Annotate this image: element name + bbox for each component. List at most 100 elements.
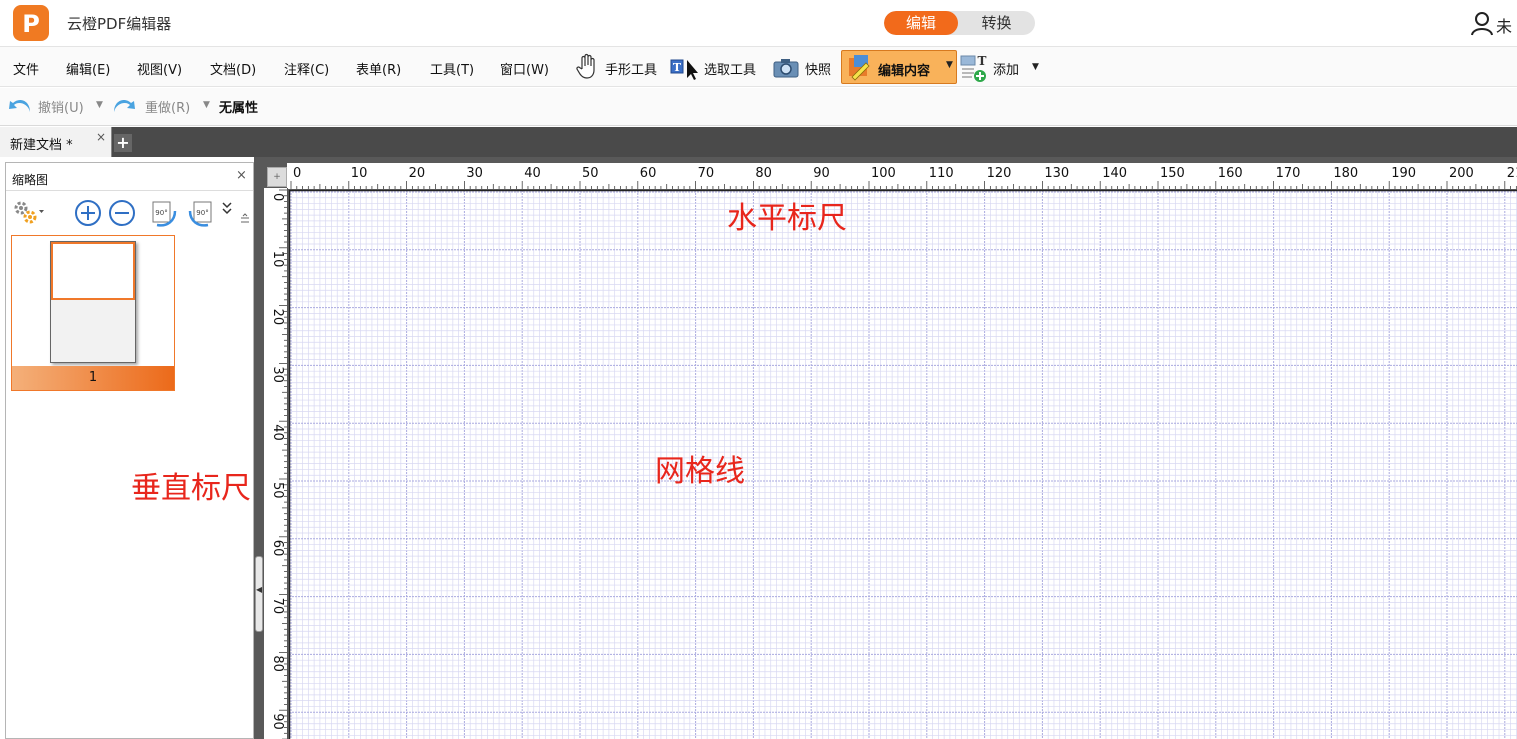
app-title: 云橙PDF编辑器 xyxy=(67,15,172,33)
collapse-icon[interactable] xyxy=(240,213,250,225)
horizontal-ruler-label: 60 xyxy=(640,166,657,181)
title-bar: P 云橙PDF编辑器 编辑 转换 未 xyxy=(0,0,1517,47)
edit-content-label: 编辑内容 xyxy=(878,64,931,79)
page-canvas[interactable] xyxy=(289,190,1517,739)
rotate-right-label: 90° xyxy=(196,209,208,217)
menu-form[interactable]: 表单(R) xyxy=(356,59,401,78)
hand-icon xyxy=(576,53,595,79)
horizontal-ruler-label: 30 xyxy=(466,166,483,181)
hand-tool-button[interactable]: 手形工具 xyxy=(574,53,669,81)
redo-button[interactable]: 重做(R) xyxy=(145,97,190,116)
add-dropdown-icon[interactable]: ▼ xyxy=(1032,62,1039,72)
menu-document[interactable]: 文档(D) xyxy=(210,59,256,78)
settings-gear-icon[interactable] xyxy=(11,199,45,225)
vertical-ruler[interactable]: 0 10 20 30 40 50 60 70 80 90 xyxy=(264,188,288,739)
undo-dropdown-icon[interactable]: ▼ xyxy=(96,100,103,110)
horizontal-ruler-label: 90 xyxy=(813,166,830,181)
thumbnail-panel-header: 缩略图 × xyxy=(6,163,253,191)
mode-switch: 编辑 转换 xyxy=(884,11,1035,35)
redo-dropdown-icon[interactable]: ▼ xyxy=(203,100,210,110)
select-tool-label: 选取工具 xyxy=(704,63,757,78)
vertical-ruler-label: 0 xyxy=(270,193,285,201)
menu-comment[interactable]: 注释(C) xyxy=(284,59,329,78)
menu-window[interactable]: 窗口(W) xyxy=(500,59,549,78)
horizontal-ruler[interactable]: 0 10 20 30 40 50 60 70 80 90 100 110 120 130 140 150 160… xyxy=(287,163,1517,190)
more-chevron-icon[interactable] xyxy=(220,199,234,219)
horizontal-ruler-label: 40 xyxy=(524,166,541,181)
menu-view[interactable]: 视图(V) xyxy=(137,59,182,78)
svg-text:P: P xyxy=(22,10,40,38)
horizontal-ruler-label: 70 xyxy=(698,166,715,181)
rotate-left-icon[interactable]: 90° xyxy=(149,199,179,227)
vertical-ruler-label: 30 xyxy=(270,366,285,383)
panel-splitter[interactable] xyxy=(254,157,263,739)
horizontal-ruler-label: 20 xyxy=(409,166,426,181)
vertical-ruler-label: 60 xyxy=(270,540,285,557)
annotation-horizontal-ruler: 水平标尺 xyxy=(727,201,847,236)
vertical-ruler-label: 90 xyxy=(270,713,285,730)
horizontal-ruler-label: 130 xyxy=(1044,166,1069,181)
thumbnail-panel: 缩略图 × 90° 90° 1 xyxy=(5,162,254,739)
properties-label: 无属性 xyxy=(219,101,259,116)
edit-content-dropdown-icon[interactable]: ▼ xyxy=(946,60,953,70)
mode-tab-edit[interactable]: 编辑 xyxy=(884,11,958,35)
redo-icon[interactable] xyxy=(112,96,136,116)
add-text-icon: T xyxy=(960,54,987,82)
horizontal-ruler-label: 120 xyxy=(987,166,1012,181)
quick-access-bar: 撤销(U) ▼ 重做(R) ▼ 无属性 xyxy=(0,88,1517,126)
vertical-ruler-label: 10 xyxy=(270,251,285,268)
undo-button[interactable]: 撤销(U) xyxy=(38,97,84,116)
horizontal-ruler-label: 140 xyxy=(1102,166,1127,181)
hand-tool-label: 手形工具 xyxy=(605,63,658,78)
horizontal-ruler-label: 200 xyxy=(1449,166,1474,181)
add-label: 添加 xyxy=(993,63,1020,78)
tab-title: 新建文档 * xyxy=(10,138,73,153)
undo-icon[interactable] xyxy=(8,96,32,116)
user-label[interactable]: 未 xyxy=(1496,13,1512,37)
ruler-origin-icon[interactable]: + xyxy=(267,167,287,187)
rotate-right-icon[interactable]: 90° xyxy=(186,199,216,227)
svg-text:T: T xyxy=(978,54,987,68)
menu-bar: 文件 编辑(E) 视图(V) 文档(D) 注释(C) 表单(R) 工具(T) 窗… xyxy=(0,47,1517,87)
mode-tab-convert[interactable]: 转换 xyxy=(958,11,1035,35)
thumbnail-close-icon[interactable]: × xyxy=(236,168,247,183)
horizontal-ruler-label: 10 xyxy=(351,166,368,181)
menu-file[interactable]: 文件 xyxy=(13,59,39,78)
page-thumbnail[interactable]: 1 xyxy=(11,235,175,391)
visible-area-indicator[interactable] xyxy=(51,242,135,300)
vertical-ruler-label: 40 xyxy=(270,424,285,441)
tab-new-document[interactable]: 新建文档 * × xyxy=(0,127,112,157)
menu-edit[interactable]: 编辑(E) xyxy=(66,59,110,78)
user-icon[interactable] xyxy=(1471,12,1493,36)
snapshot-button[interactable]: 快照 xyxy=(772,53,838,81)
select-tool-button[interactable]: T 选取工具 xyxy=(670,53,768,81)
vertical-ruler-label: 20 xyxy=(270,309,285,326)
horizontal-ruler-label: 170 xyxy=(1276,166,1301,181)
annotation-grid-lines: 网格线 xyxy=(655,454,745,489)
thumbnail-panel-title: 缩略图 xyxy=(12,173,49,187)
add-button[interactable]: T 添加 ▼ xyxy=(960,53,1040,82)
vertical-ruler-label: 80 xyxy=(270,655,285,672)
vertical-ruler-label: 70 xyxy=(270,598,285,615)
edit-content-icon xyxy=(849,55,870,81)
zoom-in-icon[interactable] xyxy=(74,199,102,227)
splitter-collapse-handle[interactable]: ◀ xyxy=(255,556,263,632)
new-tab-button[interactable]: + xyxy=(114,134,132,152)
tab-close-icon[interactable]: × xyxy=(96,130,106,144)
camera-icon xyxy=(773,59,799,78)
svg-text:T: T xyxy=(673,61,682,74)
zoom-out-icon[interactable] xyxy=(108,199,136,227)
app-logo-icon: P xyxy=(13,5,49,41)
vertical-ruler-label: 50 xyxy=(270,482,285,499)
horizontal-ruler-label: 0 xyxy=(293,166,301,181)
collapse-arrow-icon: ◀ xyxy=(256,585,263,594)
snapshot-label: 快照 xyxy=(805,63,832,78)
horizontal-ruler-label: 150 xyxy=(1160,166,1185,181)
document-tab-bar: 新建文档 * × + xyxy=(0,127,1517,157)
edit-content-button[interactable]: 编辑内容 ▼ xyxy=(841,50,957,84)
select-text-icon: T xyxy=(670,59,698,80)
horizontal-ruler-label: 50 xyxy=(582,166,599,181)
menu-tools[interactable]: 工具(T) xyxy=(430,59,474,78)
annotation-vertical-ruler: 垂直标尺 xyxy=(131,471,251,506)
horizontal-ruler-label: 110 xyxy=(929,166,954,181)
